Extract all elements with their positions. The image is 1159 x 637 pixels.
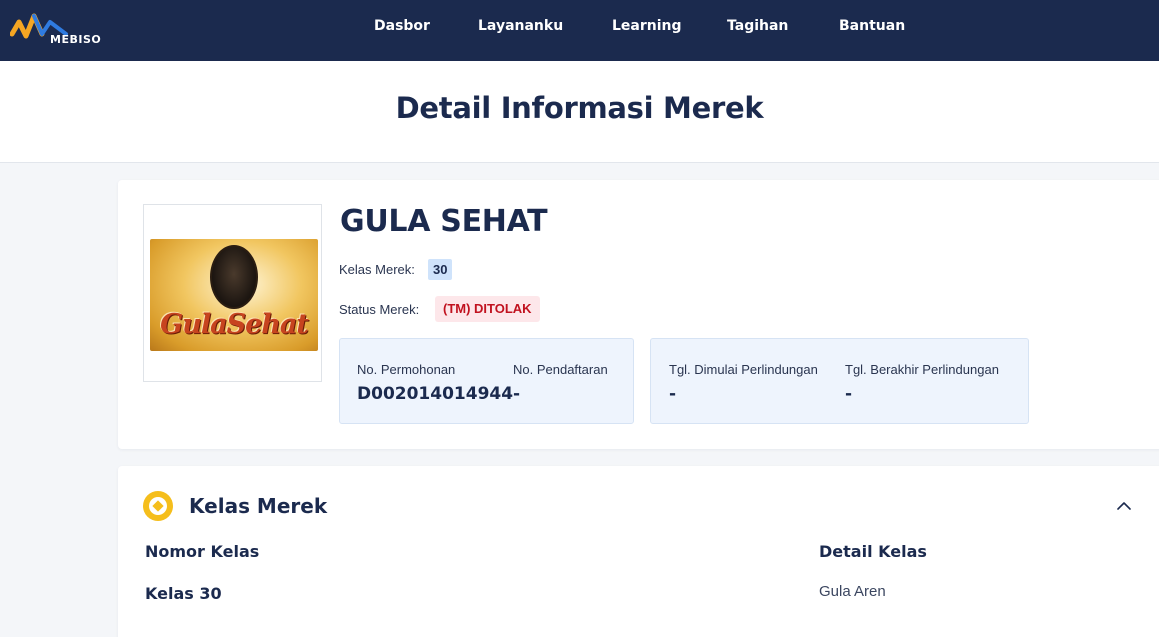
tgl-berakhir-label: Tgl. Berakhir Perlindungan — [845, 362, 999, 377]
detail-kelas-value: Gula Aren — [819, 583, 886, 600]
top-navbar: MEBISO Dasbor Layananku Learning Tagihan… — [0, 0, 1159, 61]
no-pendaftaran-value: - — [513, 384, 521, 404]
nav-item-tagihan[interactable]: Tagihan — [727, 18, 788, 34]
no-pendaftaran-label: No. Pendaftaran — [513, 362, 608, 377]
logo-text: MEBISO — [50, 33, 102, 46]
protection-dates-box: Tgl. Dimulai Perlindungan - Tgl. Berakhi… — [650, 338, 1029, 424]
kelas-merek-badge: 30 — [428, 259, 453, 280]
brand-logo-oval-emblem — [210, 245, 258, 309]
tgl-mulai-value: - — [669, 384, 677, 404]
title-band: Detail Informasi Merek — [0, 61, 1159, 163]
registration-numbers-box: No. Permohonan D002014014944 No. Pendaft… — [339, 338, 634, 424]
mebiso-logo[interactable]: MEBISO — [10, 12, 120, 48]
merek-info-card: GulaSehat GULA SEHAT Kelas Merek: 30 Sta… — [118, 180, 1159, 449]
nav-item-dasbor[interactable]: Dasbor — [374, 18, 430, 34]
nav-item-bantuan[interactable]: Bantuan — [839, 18, 905, 34]
tgl-berakhir-value: - — [845, 384, 853, 404]
no-permohonan-label: No. Permohonan — [357, 362, 456, 377]
detail-kelas-header: Detail Kelas — [819, 542, 927, 561]
kelas-merek-card: Kelas Merek Nomor Kelas Detail Kelas Kel… — [118, 466, 1159, 637]
tgl-mulai-label: Tgl. Dimulai Perlindungan — [669, 362, 818, 377]
coin-icon — [143, 491, 173, 521]
brand-logo-script-text: GulaSehat — [160, 309, 309, 340]
brand-logo-frame: GulaSehat — [143, 204, 322, 382]
section-title: Kelas Merek — [189, 494, 328, 518]
status-merek-label: Status Merek: — [339, 302, 420, 317]
nav-item-layananku[interactable]: Layananku — [478, 18, 563, 34]
status-badge: (TM) DITOLAK — [435, 296, 540, 322]
brand-logo-image: GulaSehat — [150, 239, 318, 351]
nomor-kelas-header: Nomor Kelas — [145, 542, 260, 561]
nomor-kelas-value: Kelas 30 — [145, 584, 222, 603]
chevron-up-icon[interactable] — [1116, 498, 1132, 514]
nav-item-learning[interactable]: Learning — [612, 18, 682, 34]
brand-name: GULA SEHAT — [340, 204, 548, 239]
no-permohonan-value: D002014014944 — [357, 384, 514, 404]
kelas-merek-label: Kelas Merek: — [339, 262, 415, 277]
page-title: Detail Informasi Merek — [395, 91, 764, 125]
